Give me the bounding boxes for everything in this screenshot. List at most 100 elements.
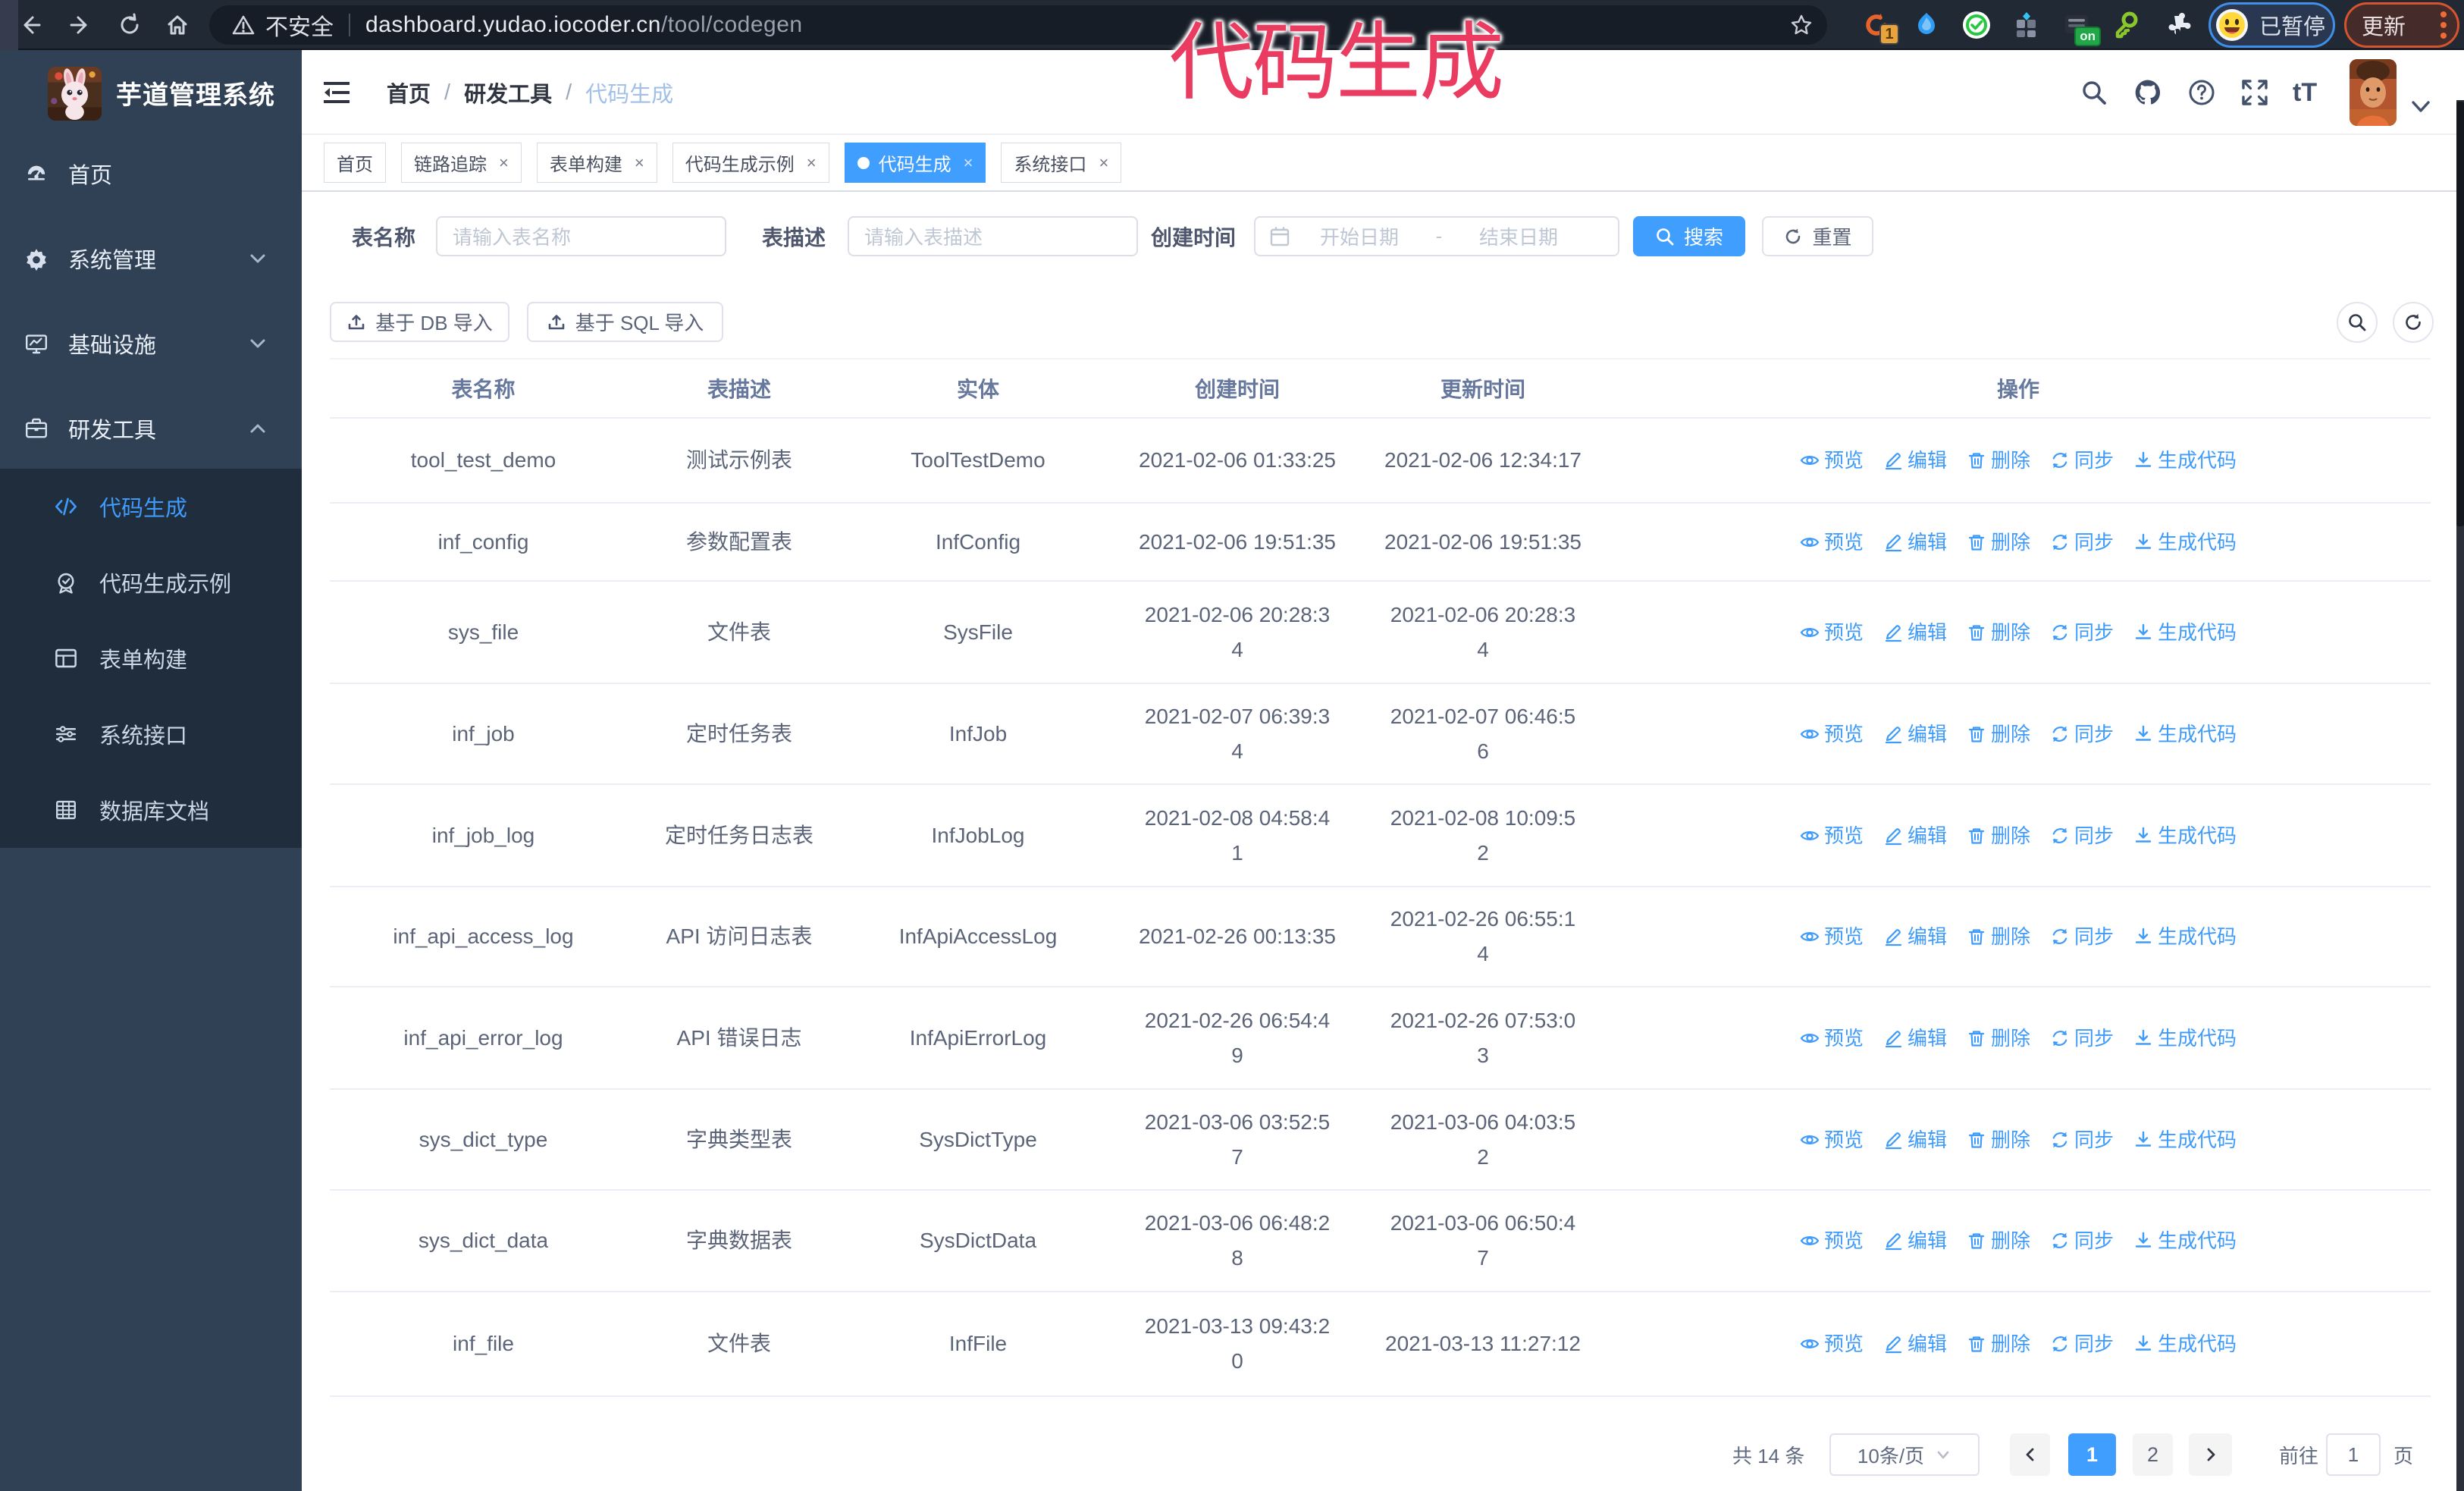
sidebar-subitem-database-doc[interactable]: 数据库文档 (0, 772, 302, 848)
security-label[interactable]: 不安全 (265, 8, 334, 42)
end-date-placeholder[interactable]: 结束日期 (1462, 222, 1575, 250)
browser-reload-button[interactable] (108, 4, 151, 46)
browser-back-button[interactable] (9, 4, 52, 46)
tag-close-icon[interactable]: × (635, 154, 644, 171)
page-size-select[interactable]: 10条/页 (1829, 1433, 1980, 1476)
generate-code-link[interactable]: 生成代码 (2133, 525, 2237, 560)
sidebar-item-infrastructure[interactable]: 基础设施 (0, 301, 302, 386)
puzzle-extensions-icon[interactable] (2161, 10, 2192, 40)
delete-link[interactable]: 删除 (1967, 1326, 2030, 1361)
browser-home-button[interactable] (156, 4, 199, 46)
generate-code-link[interactable]: 生成代码 (2133, 1021, 2237, 1056)
tab-tag-4[interactable]: 代码生成示例 × (672, 143, 829, 183)
delete-link[interactable]: 删除 (1967, 615, 2030, 650)
avatar-caret-down-icon[interactable] (2411, 100, 2431, 114)
breadcrumb-home[interactable]: 首页 (387, 77, 431, 108)
preview-link[interactable]: 预览 (1800, 1223, 1864, 1258)
tab-tag-1[interactable]: 首页 (324, 143, 386, 183)
tag-close-icon[interactable]: × (499, 154, 509, 171)
preview-link[interactable]: 预览 (1800, 1122, 1864, 1157)
sync-link[interactable]: 同步 (2050, 818, 2114, 853)
sync-link[interactable]: 同步 (2050, 1223, 2114, 1258)
generate-code-link[interactable]: 生成代码 (2133, 919, 2237, 954)
generate-code-link[interactable]: 生成代码 (2133, 1122, 2237, 1157)
tag-close-icon[interactable]: × (807, 154, 817, 171)
green-key-extension-icon[interactable] (2111, 10, 2142, 40)
pagination-prev-button[interactable] (2010, 1433, 2050, 1476)
tag-close-icon[interactable]: × (1099, 154, 1108, 171)
edit-link[interactable]: 编辑 (1883, 443, 1947, 478)
sidebar-collapse-icon[interactable] (321, 77, 352, 108)
pagination-next-button[interactable] (2189, 1433, 2232, 1476)
preview-link[interactable]: 预览 (1800, 1021, 1864, 1056)
sync-link[interactable]: 同步 (2050, 1326, 2114, 1361)
user-avatar[interactable] (2350, 59, 2397, 126)
reset-button[interactable]: 重置 (1762, 216, 1873, 256)
page-scrollbar[interactable] (2456, 100, 2464, 1491)
preview-link[interactable]: 预览 (1800, 818, 1864, 853)
sidebar-subitem-form-builder[interactable]: 表单构建 (0, 620, 302, 696)
sidebar-logo[interactable]: 芋道管理系统 (0, 50, 302, 121)
edit-link[interactable]: 编辑 (1883, 1021, 1947, 1056)
sidebar-subitem-codegen[interactable]: 代码生成 (0, 469, 302, 545)
address-bar[interactable]: 不安全 dashboard.yudao.iocoder.cn /tool/cod… (209, 5, 1827, 45)
delete-link[interactable]: 删除 (1967, 1223, 2030, 1258)
sync-link[interactable]: 同步 (2050, 919, 2114, 954)
header-search-icon[interactable] (2079, 50, 2109, 135)
help-icon[interactable] (2187, 50, 2217, 135)
browser-forward-button[interactable] (59, 4, 102, 46)
generate-code-link[interactable]: 生成代码 (2133, 1223, 2237, 1258)
sync-link[interactable]: 同步 (2050, 1021, 2114, 1056)
sync-link[interactable]: 同步 (2050, 717, 2114, 752)
preview-link[interactable]: 预览 (1800, 525, 1864, 560)
delete-link[interactable]: 删除 (1967, 525, 2030, 560)
grid-extension-icon[interactable] (2011, 10, 2042, 40)
table-name-input[interactable]: 请输入表名称 (436, 216, 726, 256)
import-db-button[interactable]: 基于 DB 导入 (330, 302, 509, 342)
orange-loop-extension-icon[interactable]: 1 (1861, 10, 1899, 45)
generate-code-link[interactable]: 生成代码 (2133, 1326, 2237, 1361)
font-size-icon[interactable]: tT (2293, 50, 2317, 135)
search-button[interactable]: 搜索 (1633, 216, 1745, 256)
tab-tag-6[interactable]: 系统接口 × (1001, 143, 1122, 183)
import-sql-button[interactable]: 基于 SQL 导入 (527, 302, 723, 342)
edit-link[interactable]: 编辑 (1883, 525, 1947, 560)
table-desc-input[interactable]: 请输入表描述 (848, 216, 1138, 256)
browser-menu-kebab-icon[interactable] (2440, 11, 2447, 39)
github-icon[interactable] (2133, 50, 2163, 135)
browser-update-button[interactable]: 更新 (2344, 2, 2459, 48)
delete-link[interactable]: 删除 (1967, 717, 2030, 752)
sidebar-item-home[interactable]: 首页 (0, 131, 302, 216)
generate-code-link[interactable]: 生成代码 (2133, 818, 2237, 853)
delete-link[interactable]: 删除 (1967, 818, 2030, 853)
edit-link[interactable]: 编辑 (1883, 615, 1947, 650)
generate-code-link[interactable]: 生成代码 (2133, 717, 2237, 752)
edit-link[interactable]: 编辑 (1883, 1122, 1947, 1157)
sidebar-item-devtools[interactable]: 研发工具 (0, 386, 302, 471)
tab-tag-5[interactable]: 代码生成 × (844, 143, 986, 183)
sync-link[interactable]: 同步 (2050, 443, 2114, 478)
sidebar-subitem-api[interactable]: 系统接口 (0, 696, 302, 772)
edit-link[interactable]: 编辑 (1883, 1326, 1947, 1361)
sidebar-subitem-codegen-example[interactable]: 代码生成示例 (0, 545, 302, 620)
delete-link[interactable]: 删除 (1967, 1021, 2030, 1056)
tab-tag-3[interactable]: 表单构建 × (536, 143, 657, 183)
date-range-picker[interactable]: 开始日期 - 结束日期 (1254, 216, 1619, 256)
preview-link[interactable]: 预览 (1800, 443, 1864, 478)
pagination-goto-input[interactable]: 1 (2326, 1433, 2381, 1476)
fullscreen-icon[interactable] (2240, 50, 2270, 135)
refresh-icon[interactable] (2393, 302, 2434, 343)
sync-link[interactable]: 同步 (2050, 1122, 2114, 1157)
delete-link[interactable]: 删除 (1967, 443, 2030, 478)
edit-link[interactable]: 编辑 (1883, 1223, 1947, 1258)
edit-link[interactable]: 编辑 (1883, 919, 1947, 954)
tab-tag-2[interactable]: 链路追踪 × (401, 143, 522, 183)
security-warning-icon[interactable] (232, 14, 255, 36)
blue-gem-extension-icon[interactable] (1911, 10, 1942, 40)
edit-link[interactable]: 编辑 (1883, 717, 1947, 752)
search-toggle-icon[interactable] (2337, 302, 2378, 343)
delete-link[interactable]: 删除 (1967, 1122, 2030, 1157)
sidebar-item-system[interactable]: 系统管理 (0, 216, 302, 301)
bookmark-star-icon[interactable] (1789, 13, 1814, 37)
breadcrumb-devtools[interactable]: 研发工具 (464, 77, 552, 108)
